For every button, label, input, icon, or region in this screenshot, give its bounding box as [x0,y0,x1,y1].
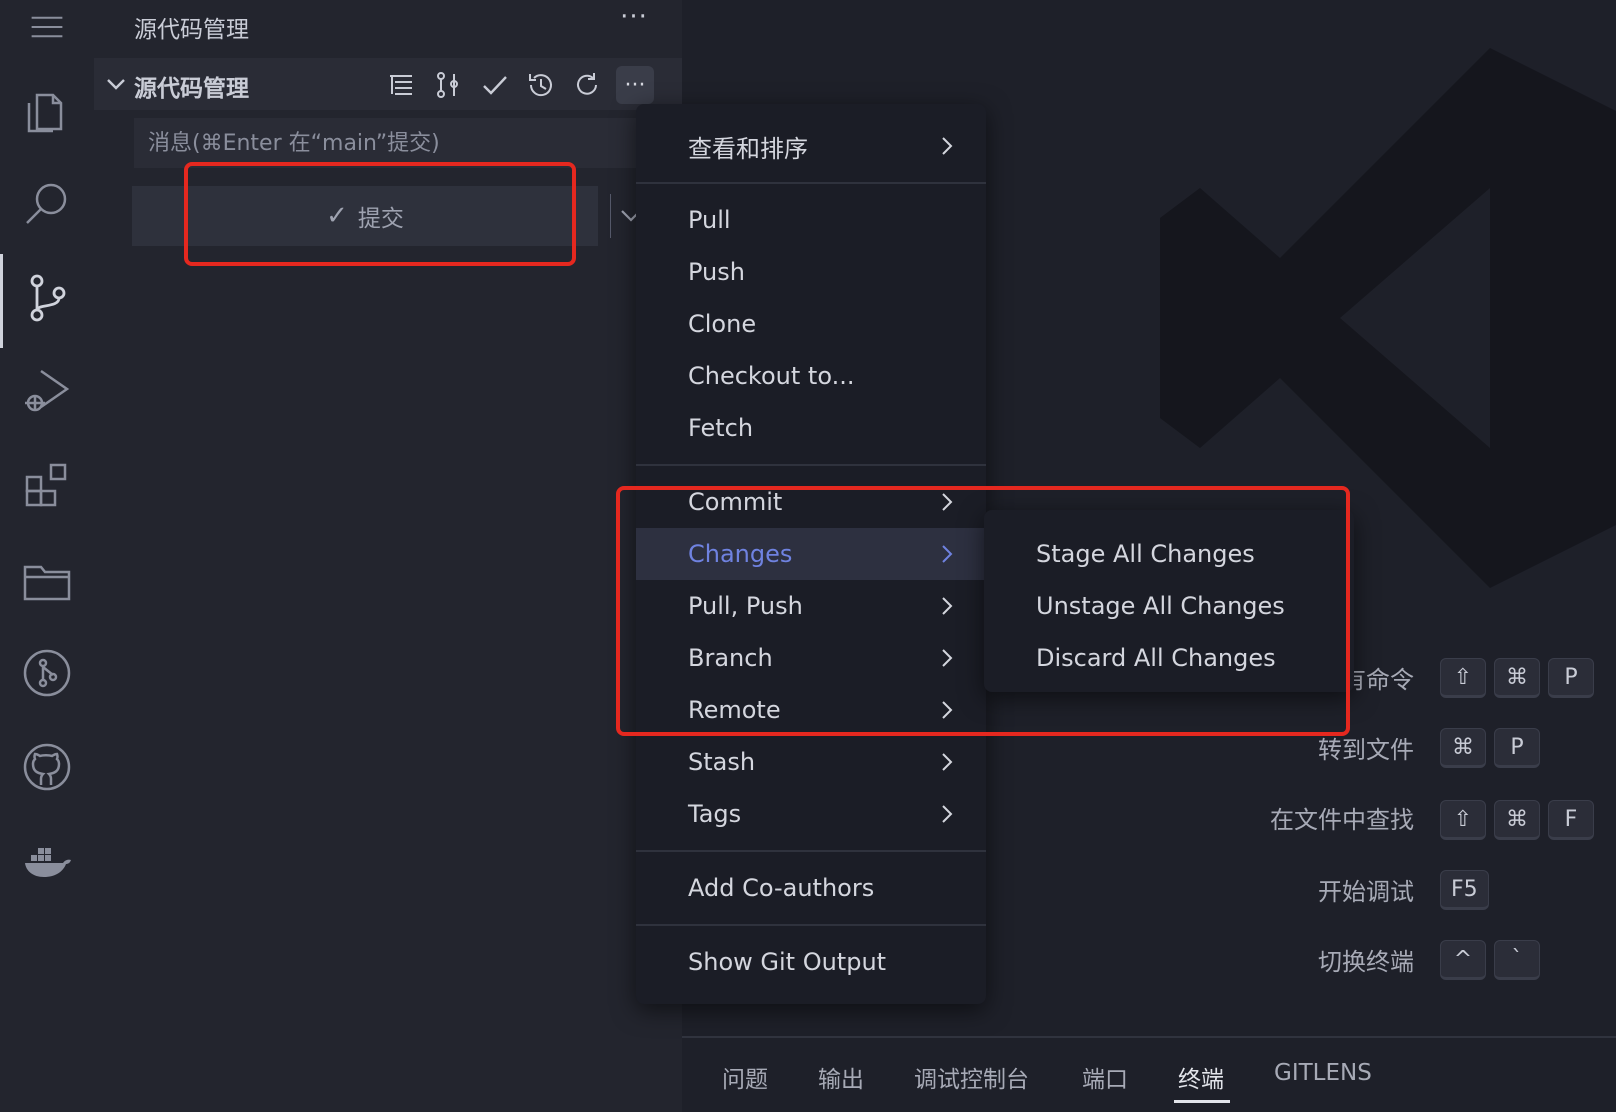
hint-find-in-files: 在文件中查找 [1270,806,1414,834]
history-icon [529,74,552,97]
menu-item-show-git-output[interactable]: Show Git Output [636,936,986,988]
source-control-icon[interactable] [0,250,94,344]
run-debug-icon[interactable] [0,344,94,438]
folder-icon[interactable] [0,532,94,626]
keycap-p: P [1494,728,1540,768]
menu-separator [636,464,986,466]
menu-item-label: 查看和排序 [688,134,808,163]
tab-problems[interactable]: 问题 [722,1060,768,1094]
menu-item-view-sort[interactable]: 查看和排序 [636,120,986,172]
activity-bar [0,0,94,1112]
menu-separator [636,850,986,852]
keycap-cmd: ⌘ [1440,728,1486,768]
keycap-backtick: ` [1494,940,1540,980]
more-actions-button[interactable]: ··· [616,66,654,104]
menu-item-stash[interactable]: Stash [636,736,986,788]
view-as-tree-button[interactable] [382,66,420,104]
git-graph-icon[interactable] [0,626,94,720]
keycap-f: F [1548,800,1594,840]
menu-item-label: Tags [688,800,742,828]
github-icon[interactable] [0,720,94,814]
menu-item-fetch[interactable]: Fetch [636,402,986,454]
menu-separator [636,182,986,184]
git-compare-icon [437,72,458,98]
menu-item-checkout[interactable]: Checkout to... [636,350,986,402]
keycap-p: P [1548,658,1594,698]
explorer-icon[interactable] [0,62,94,156]
chevron-right-icon [942,753,953,771]
tab-terminal[interactable]: 终端 [1178,1060,1224,1094]
tab-ports[interactable]: 端口 [1082,1060,1128,1094]
tab-debug-console[interactable]: 调试控制台 [914,1060,1029,1094]
refresh-icon [577,73,597,95]
commit-divider [610,194,611,238]
sidebar-more-button[interactable]: ··· [614,2,654,50]
search-icon[interactable] [0,156,94,250]
branch-graph-button[interactable] [428,66,466,104]
hint-start-debug: 开始调试 [1318,878,1414,906]
check-icon [483,76,507,95]
tab-gitlens[interactable]: GITLENS [1274,1060,1372,1086]
chevron-right-icon [942,805,953,823]
tab-output[interactable]: 输出 [818,1060,864,1094]
keycap-ctrl: ^ [1440,940,1486,980]
chevron-down-icon[interactable] [102,70,130,98]
list-tree-icon [390,75,412,95]
commit-check-button[interactable] [476,66,514,104]
menu-item-pull[interactable]: Pull [636,194,986,246]
menu-item-clone[interactable]: Clone [636,298,986,350]
keycap-shift: ⇧ [1440,658,1486,698]
commit-message-input[interactable] [134,118,654,168]
keycap-cmd: ⌘ [1494,800,1540,840]
chevron-right-icon [942,137,953,155]
hint-toggle-terminal: 切换终端 [1318,948,1414,976]
highlight-changes-menu [616,486,1350,736]
keycap-f5: F5 [1440,870,1489,910]
menu-item-add-coauthors[interactable]: Add Co-authors [636,862,986,914]
history-button[interactable] [522,66,560,104]
menu-icon[interactable] [0,0,94,54]
menu-item-push[interactable]: Push [636,246,986,298]
section-header[interactable]: 源代码管理 ··· [94,58,682,110]
active-tab-underline [1174,1100,1230,1103]
keycap-cmd: ⌘ [1494,658,1540,698]
menu-item-tags[interactable]: Tags [636,788,986,840]
extensions-icon[interactable] [0,438,94,532]
refresh-button[interactable] [568,66,606,104]
panel-tab-bar: 问题 输出 调试控制台 端口 终端 GITLENS [682,1036,1616,1112]
menu-item-label: Stash [688,748,756,776]
section-title: 源代码管理 [134,76,249,102]
menu-separator [636,924,986,926]
keycap-shift: ⇧ [1440,800,1486,840]
highlight-commit-button [184,162,576,266]
docker-icon[interactable] [0,814,94,908]
sidebar-title: 源代码管理 [134,17,249,43]
